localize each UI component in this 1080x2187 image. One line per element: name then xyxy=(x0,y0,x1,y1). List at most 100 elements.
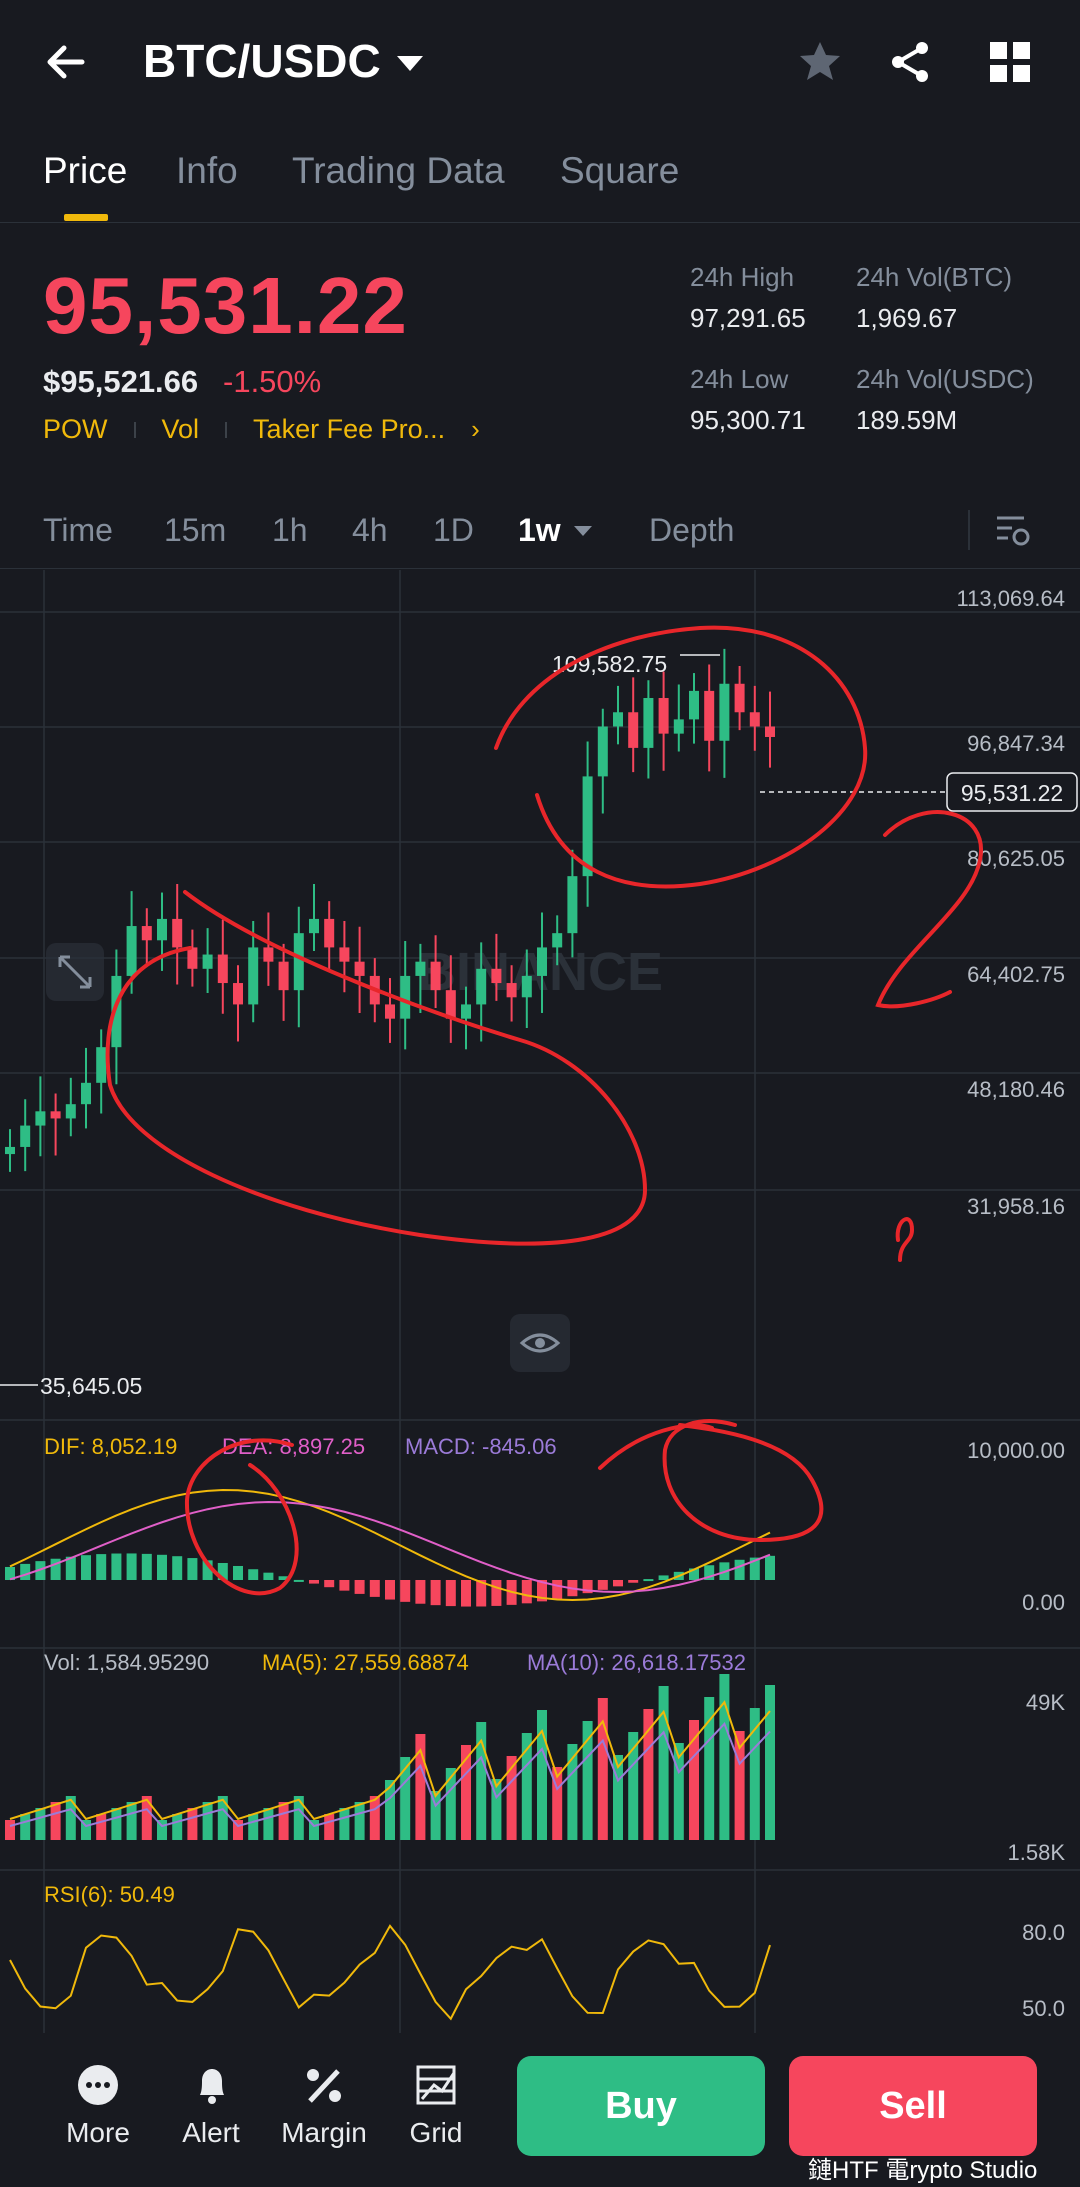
candle-body xyxy=(673,719,684,734)
candle-body xyxy=(476,968,487,1005)
candle-body xyxy=(658,698,669,734)
interval-1d[interactable]: 1D xyxy=(433,512,474,549)
tab-price[interactable]: Price xyxy=(43,150,127,192)
macd-bar xyxy=(430,1580,441,1606)
macd-bar xyxy=(354,1580,365,1594)
macd-bar xyxy=(552,1580,563,1599)
rsi-label: RSI(6): 50.49 xyxy=(44,1882,175,1907)
candle-body xyxy=(172,918,183,948)
volume-bar xyxy=(324,1814,335,1840)
tag-taker-fee[interactable]: Taker Fee Pro... xyxy=(253,414,445,445)
candle-body xyxy=(461,1004,471,1019)
volume-bar xyxy=(65,1796,76,1840)
grid-bot-icon[interactable] xyxy=(414,2063,458,2107)
chevron-right-icon[interactable]: › xyxy=(471,414,480,445)
sell-button[interactable]: Sell xyxy=(789,2056,1037,2156)
candle-body xyxy=(233,983,243,1005)
volume-bar xyxy=(5,1820,15,1840)
interval-4h[interactable]: 4h xyxy=(352,512,388,549)
interval-depth[interactable]: Depth xyxy=(649,512,734,549)
back-arrow-icon[interactable] xyxy=(40,32,100,92)
interval-15m[interactable]: 15m xyxy=(164,512,226,549)
volume-bar xyxy=(658,1686,669,1840)
tab-trading-data[interactable]: Trading Data xyxy=(292,150,505,192)
more-icon[interactable] xyxy=(76,2063,120,2107)
vol-usdc-value: 189.59M xyxy=(856,405,958,435)
candle-body xyxy=(187,947,198,969)
candle-body xyxy=(582,776,593,877)
macd-bar xyxy=(157,1554,167,1580)
vol-btc-label: 24h Vol(BTC) xyxy=(856,262,1013,292)
macd-bar xyxy=(415,1580,426,1604)
chart-settings-icon[interactable] xyxy=(994,512,1032,550)
candle-body xyxy=(597,726,608,777)
macd-bar xyxy=(658,1575,669,1580)
macd-zero: 0.00 xyxy=(1022,1590,1065,1615)
macd-pane xyxy=(5,1489,775,1607)
macd-bar xyxy=(400,1580,411,1602)
footer-watermark: 鏈HTF 電rypto Studio xyxy=(808,2157,1038,2184)
macd-bar xyxy=(521,1580,532,1604)
macd-bar xyxy=(20,1563,31,1580)
divider xyxy=(968,510,970,550)
grid-icon[interactable] xyxy=(988,40,1032,84)
candle-body xyxy=(20,1125,31,1147)
star-icon[interactable] xyxy=(796,38,844,86)
price-tick: 113,069.64 xyxy=(957,586,1065,611)
volume-bar xyxy=(187,1808,198,1840)
vol-top: 49K xyxy=(1026,1690,1065,1715)
volume-bar xyxy=(141,1796,152,1840)
high-label: 24h High xyxy=(690,262,795,292)
candle-body xyxy=(248,947,259,1005)
interval-time[interactable]: Time xyxy=(43,512,113,549)
pair-selector[interactable]: BTC/USDC xyxy=(143,34,423,88)
candle-body xyxy=(263,947,274,962)
share-icon[interactable] xyxy=(886,38,934,86)
macd-bar xyxy=(172,1556,183,1580)
macd-bar xyxy=(643,1579,654,1582)
macd-dea: DEA: 8,897.25 xyxy=(222,1434,365,1459)
tag-vol[interactable]: Vol xyxy=(162,414,200,445)
candle-body xyxy=(628,712,639,748)
tab-square[interactable]: Square xyxy=(560,150,679,192)
volume-bar xyxy=(111,1808,122,1840)
macd-bar xyxy=(597,1580,608,1590)
alert-button[interactable]: Alert xyxy=(161,2117,261,2149)
macd-bar xyxy=(369,1580,380,1597)
candle-body xyxy=(278,961,289,991)
grid-button[interactable]: Grid xyxy=(386,2117,486,2149)
macd-bar xyxy=(461,1580,471,1607)
buy-button[interactable]: Buy xyxy=(517,2056,765,2156)
margin-icon[interactable] xyxy=(302,2063,346,2107)
top-bar: BTC/USDC xyxy=(0,0,1080,130)
macd-dif: DIF: 8,052.19 xyxy=(44,1434,177,1459)
active-tab-indicator xyxy=(64,214,108,221)
candle-body xyxy=(141,926,152,941)
macd-value: MACD: -845.06 xyxy=(405,1434,557,1459)
macd-bar xyxy=(613,1580,623,1587)
candle-body xyxy=(643,698,654,748)
macd-bar xyxy=(81,1555,91,1580)
more-button[interactable]: More xyxy=(48,2117,148,2149)
volume-bar xyxy=(597,1698,608,1840)
volume-bar xyxy=(35,1808,46,1840)
candle-body xyxy=(385,1004,395,1019)
bell-icon[interactable] xyxy=(190,2063,234,2107)
margin-button[interactable]: Margin xyxy=(274,2117,374,2149)
macd-bar xyxy=(628,1580,639,1583)
kline-chart[interactable]: BINANCE 113,069.6496,847.3480,625.0564,4… xyxy=(0,570,1080,2033)
candle-body xyxy=(157,918,167,941)
high-value: 97,291.65 xyxy=(690,303,806,333)
macd-bar xyxy=(141,1553,152,1580)
chevron-down-icon xyxy=(396,55,423,71)
candle-body xyxy=(96,1047,107,1083)
tab-info[interactable]: Info xyxy=(176,150,238,192)
volume-bar xyxy=(263,1808,274,1840)
interval-1h[interactable]: 1h xyxy=(272,512,308,549)
interval-1w[interactable]: 1w xyxy=(518,512,561,549)
price-tick: 31,958.16 xyxy=(967,1194,1065,1219)
volume-bar xyxy=(248,1814,259,1840)
tag-pow[interactable]: POW xyxy=(43,414,108,445)
candle-body xyxy=(400,975,411,1019)
candle-body xyxy=(50,1111,61,1119)
